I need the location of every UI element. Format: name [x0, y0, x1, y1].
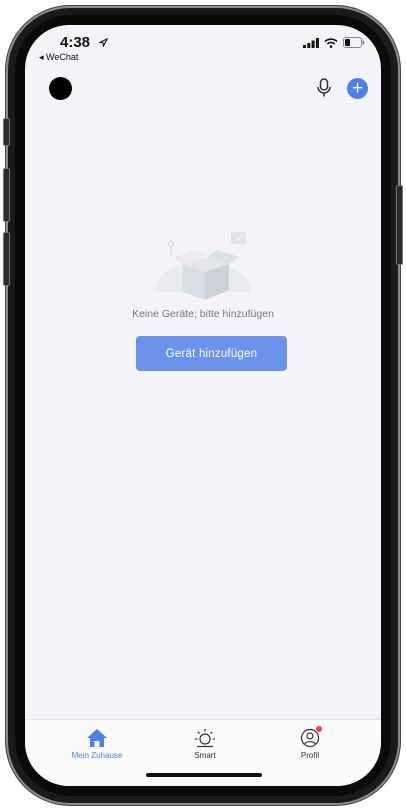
- signal-icon: [303, 37, 319, 48]
- plus-icon: +: [351, 78, 364, 99]
- battery-icon: [343, 37, 365, 48]
- tab-profil[interactable]: Profil: [265, 726, 355, 760]
- side-button-volume-up: [3, 168, 10, 222]
- notification-badge: [316, 726, 322, 732]
- app-screen: 4:38 ◂ WeChat + Keine Geräte; bitte hinz…: [25, 25, 381, 786]
- side-button-mute: [3, 118, 10, 146]
- avatar[interactable]: [49, 77, 72, 100]
- status-indicators: [303, 37, 365, 48]
- empty-state-message: Keine Geräte; bitte hinzufügen: [132, 308, 274, 320]
- tab-smart[interactable]: Smart: [160, 728, 250, 760]
- status-time: 4:38: [60, 34, 91, 51]
- side-button-volume-down: [3, 232, 10, 286]
- microphone-icon[interactable]: [314, 77, 334, 99]
- tab-bar: Mein Zuhause Smart Profil: [25, 719, 381, 786]
- add-device-plus-button[interactable]: +: [347, 78, 368, 99]
- home-indicator[interactable]: [146, 773, 262, 777]
- back-to-app-link[interactable]: ◂ WeChat: [39, 52, 78, 63]
- tab-label-profil: Profil: [300, 751, 320, 760]
- profile-icon-wrap: [299, 726, 322, 748]
- tab-label-mein-zuhause: Mein Zuhause: [71, 751, 123, 760]
- sun-icon: [195, 729, 215, 748]
- wifi-icon: [324, 37, 338, 48]
- side-button-power: [396, 185, 403, 265]
- empty-box-illustration: [143, 232, 263, 310]
- location-arrow-icon: [99, 38, 108, 47]
- tab-label-smart: Smart: [194, 751, 216, 760]
- add-device-button[interactable]: Gerät hinzufügen: [136, 336, 287, 371]
- status-bar: 4:38 ◂ WeChat: [25, 25, 381, 85]
- tab-mein-zuhause[interactable]: Mein Zuhause: [52, 728, 142, 760]
- home-icon: [87, 729, 107, 747]
